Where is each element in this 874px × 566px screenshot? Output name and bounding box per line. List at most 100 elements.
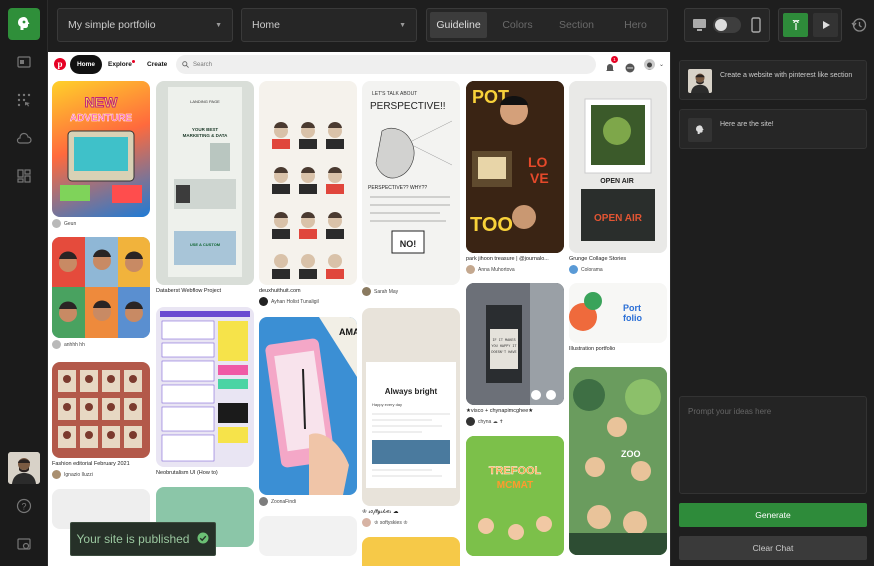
prompt-placeholder: Prompt your ideas here bbox=[688, 407, 772, 416]
bot-message: Here are the site! bbox=[679, 109, 867, 149]
tab-guideline[interactable]: Guideline bbox=[430, 12, 487, 38]
layout-icon[interactable] bbox=[14, 52, 34, 72]
nav-home[interactable]: Home bbox=[70, 55, 102, 74]
tab-hero[interactable]: Hero bbox=[607, 12, 664, 38]
play-icon bbox=[822, 21, 830, 29]
pinterest-logo-icon[interactable]: p bbox=[54, 58, 66, 70]
svg-text:Always bright: Always bright bbox=[385, 387, 438, 396]
dots-grid-icon[interactable] bbox=[14, 90, 34, 110]
pin-image[interactable]: NEW ADVENTURE bbox=[52, 81, 150, 217]
pin-image[interactable]: Port folio bbox=[569, 283, 667, 343]
dashboard-icon[interactable] bbox=[14, 166, 34, 186]
avatar bbox=[52, 470, 61, 479]
mobile-icon[interactable] bbox=[751, 17, 761, 38]
pin-author[interactable]: chyna ☁ ✝ bbox=[466, 417, 564, 426]
pin-title[interactable]: deuxhuithuit.com bbox=[259, 288, 357, 295]
avatar bbox=[466, 417, 475, 426]
pin-column-2: LANDING PAGE YOUR BEST MARKETING & DATA USE… bbox=[156, 81, 254, 547]
pin-image[interactable]: LANDING PAGE YOUR BEST MARKETING & DATA USE… bbox=[156, 81, 254, 285]
top-bar: My simple portfolio ▼ Home ▼ Guideline Col… bbox=[48, 0, 874, 52]
search-placeholder: Search bbox=[193, 61, 213, 68]
page-select[interactable]: Home ▼ bbox=[241, 8, 417, 42]
user-message-text: Create a website with pinterest like sec… bbox=[720, 72, 853, 79]
clear-chat-button[interactable]: Clear Chat bbox=[679, 536, 867, 560]
pin-title[interactable]: Databerst Webflow Project bbox=[156, 288, 254, 295]
svg-text:PERSPECTIVE!!: PERSPECTIVE!! bbox=[370, 101, 446, 112]
pin-image[interactable] bbox=[362, 537, 460, 566]
project-select-value: My simple portfolio bbox=[68, 19, 156, 31]
svg-text:ZOO: ZOO bbox=[621, 449, 641, 459]
device-switcher bbox=[684, 8, 770, 42]
pin-column-5: POT LO VE TOO park jihoon treasure | @journ… bbox=[466, 81, 564, 556]
pin-author[interactable]: Ignazio Iluzzi bbox=[52, 470, 150, 479]
pin-author[interactable]: ♔ softyskies ♔ bbox=[362, 518, 460, 527]
svg-text:TREFOOL: TREFOOL bbox=[489, 465, 542, 477]
notification-badge: 1 bbox=[611, 56, 618, 63]
check-circle-icon bbox=[197, 532, 209, 547]
messages-icon[interactable] bbox=[625, 60, 635, 78]
pin-title[interactable]: park jihoon treasure | @journalo... bbox=[466, 256, 564, 263]
user-message: Create a website with pinterest like sec… bbox=[679, 60, 867, 100]
pin-author[interactable]: ZoonaFindi bbox=[259, 497, 357, 506]
pin-title[interactable]: Fashion editorial February 2021 bbox=[52, 461, 150, 468]
pin-author[interactable]: Anna Muhortova bbox=[466, 265, 564, 274]
pin-image[interactable]: LET'S TALK ABOUT PERSPECTIVE!! PERSPECTIVE… bbox=[362, 81, 460, 285]
pin-author[interactable]: Sarah May bbox=[362, 287, 460, 296]
pin-title[interactable]: Illustration portfolio bbox=[569, 346, 667, 353]
author-name: anhhh hh bbox=[64, 341, 85, 348]
avatar bbox=[466, 265, 475, 274]
user-avatar[interactable] bbox=[8, 452, 40, 484]
pin-image[interactable] bbox=[156, 307, 254, 467]
pin-image[interactable] bbox=[52, 237, 150, 338]
svg-text:LO: LO bbox=[528, 154, 548, 170]
account-chevron-icon[interactable]: ⌄ bbox=[659, 61, 664, 68]
author-name: Sarah May bbox=[374, 288, 399, 295]
tab-section[interactable]: Section bbox=[548, 12, 605, 38]
pin-image[interactable]: AMA bbox=[259, 317, 357, 495]
caret-down-icon: ▼ bbox=[399, 21, 406, 29]
pin-image[interactable]: ZOO bbox=[569, 367, 667, 555]
pin-title[interactable]: Grunge Collage Stories bbox=[569, 256, 667, 263]
profile-avatar[interactable] bbox=[644, 59, 655, 70]
avatar bbox=[362, 287, 371, 296]
search-input[interactable]: Search bbox=[176, 55, 596, 74]
svg-text:YOU HAPPY IT: YOU HAPPY IT bbox=[491, 345, 516, 349]
svg-text:Happy every day: Happy every day bbox=[372, 402, 402, 407]
publish-button[interactable] bbox=[783, 13, 808, 37]
project-select[interactable]: My simple portfolio ▼ bbox=[57, 8, 233, 42]
pin-image[interactable] bbox=[52, 362, 150, 458]
svg-text:MCMAT: MCMAT bbox=[497, 480, 533, 491]
nav-explore[interactable]: Explore bbox=[108, 61, 132, 68]
explore-dot bbox=[132, 60, 135, 63]
pin-image[interactable]: OPEN AIR OPEN AIR bbox=[569, 81, 667, 253]
svg-text:NEW: NEW bbox=[85, 94, 118, 110]
history-icon[interactable] bbox=[851, 17, 867, 38]
author-name: ♔ softyskies ♔ bbox=[374, 519, 408, 526]
preview-button[interactable] bbox=[813, 13, 838, 37]
pin-author[interactable]: Colorama bbox=[569, 265, 667, 274]
pin-title[interactable]: ★visco + chynapimcghee★ bbox=[466, 408, 564, 415]
settings-icon[interactable] bbox=[14, 534, 34, 554]
pin-author[interactable]: Geun bbox=[52, 219, 150, 228]
generate-button[interactable]: Generate bbox=[679, 503, 867, 527]
help-icon[interactable]: ? bbox=[14, 496, 34, 516]
cloud-icon[interactable] bbox=[14, 128, 34, 148]
prompt-input[interactable]: Prompt your ideas here bbox=[679, 396, 867, 494]
pin-image[interactable] bbox=[259, 81, 357, 285]
tab-colors[interactable]: Colors bbox=[489, 12, 546, 38]
brain-icon bbox=[696, 125, 704, 134]
pin-image[interactable]: POT LO VE TOO bbox=[466, 81, 564, 253]
pin-title[interactable]: Neobrutalism UI (How to) bbox=[156, 470, 254, 477]
desktop-icon[interactable] bbox=[692, 18, 707, 37]
pin-author[interactable]: anhhh hh bbox=[52, 340, 150, 349]
pin-title[interactable]: ♔ 𝓈𝑜𝒻𝓉𝓎𝓈𝓀𝒾𝑒𝓈 ☁︎ bbox=[362, 509, 460, 516]
pin-image[interactable]: IF IT MAKES YOU HAPPY IT DOESN'T HAVE bbox=[466, 283, 564, 405]
svg-text:folio: folio bbox=[623, 313, 642, 323]
nav-create[interactable]: Create bbox=[147, 61, 167, 68]
pin-image[interactable]: Always bright Happy every day bbox=[362, 308, 460, 506]
device-toggle[interactable] bbox=[713, 17, 741, 33]
app-logo[interactable] bbox=[8, 8, 40, 40]
pin-author[interactable]: Ayhan Holist Tunaligil bbox=[259, 297, 357, 306]
pin-image[interactable]: TREFOOL MCMAT bbox=[466, 436, 564, 556]
pin-image[interactable] bbox=[259, 516, 357, 556]
